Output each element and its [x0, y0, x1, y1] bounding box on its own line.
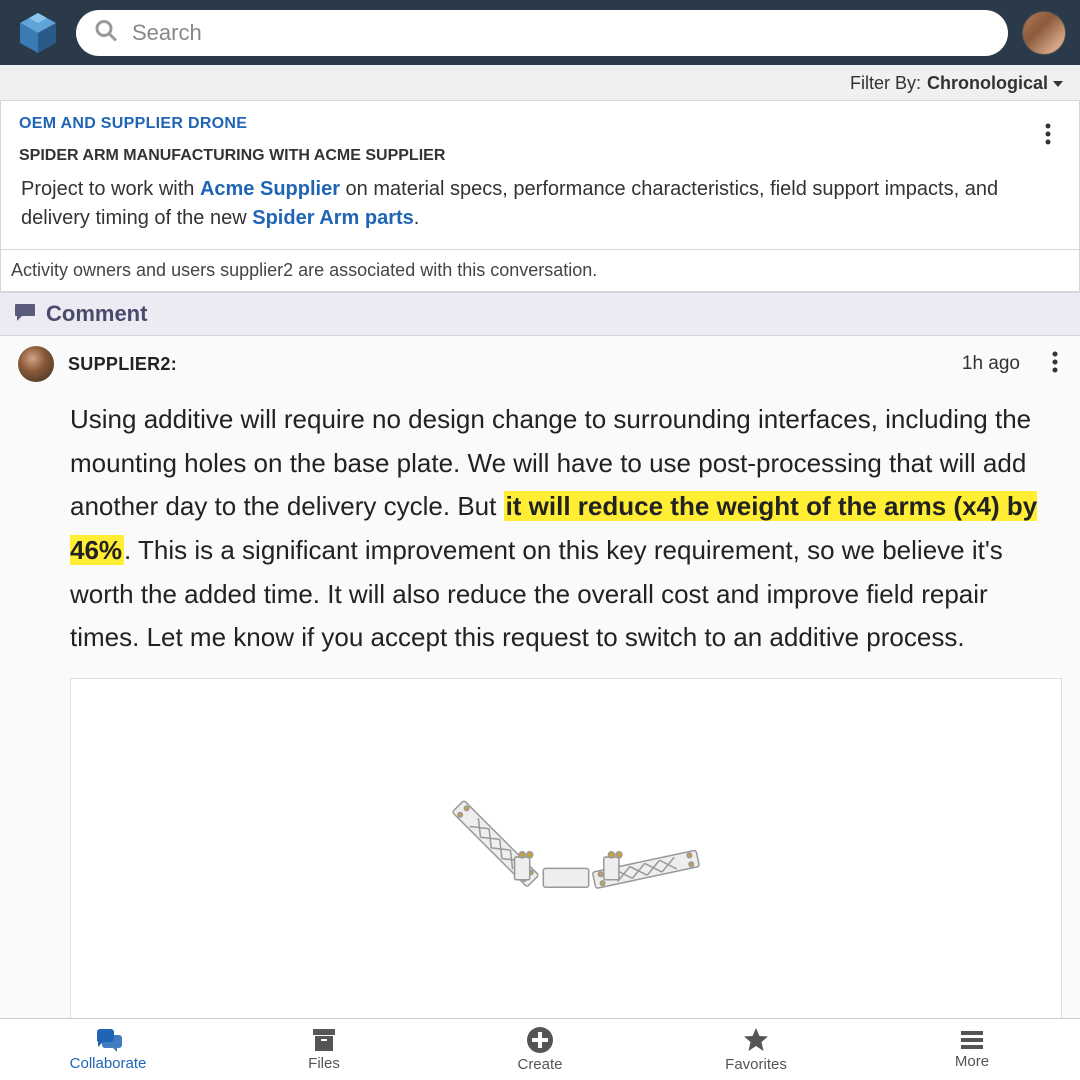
filter-label: Filter By:: [850, 73, 921, 94]
cube-icon: [14, 9, 62, 57]
archive-icon: [311, 1027, 337, 1053]
thread-title: SPIDER ARM MANUFACTURING WITH ACME SUPPL…: [19, 147, 1061, 165]
link-spider-arm[interactable]: Spider Arm parts: [252, 207, 414, 229]
desc-text: Project to work with: [21, 178, 200, 200]
plus-circle-icon: [526, 1026, 554, 1054]
nav-favorites[interactable]: Favorites: [648, 1019, 864, 1080]
post-text: . This is a significant improvement on t…: [70, 535, 1003, 652]
filter-dropdown[interactable]: Chronological: [927, 73, 1064, 94]
nav-label: Files: [308, 1055, 340, 1072]
filter-row: Filter By: Chronological: [0, 65, 1080, 100]
post-menu-button[interactable]: [1052, 351, 1058, 378]
poster-name: SUPPLIER2:: [68, 354, 177, 375]
nav-label: More: [955, 1053, 989, 1070]
chat-icon: [93, 1027, 123, 1053]
menu-icon: [959, 1029, 985, 1051]
bottom-nav: Collaborate Files Create Favorites More: [0, 1018, 1080, 1080]
filter-value-text: Chronological: [927, 73, 1048, 93]
search-icon: [94, 18, 118, 47]
content-area: Filter By: Chronological OEM AND SUPPLIE…: [0, 65, 1080, 1018]
poster-avatar[interactable]: [18, 346, 54, 382]
caret-down-icon: [1052, 73, 1064, 94]
top-bar: [0, 0, 1080, 65]
post-body: Using additive will require no design ch…: [18, 390, 1062, 678]
search-input[interactable]: [76, 10, 1008, 56]
post-attachment[interactable]: [70, 678, 1062, 1018]
breadcrumb[interactable]: OEM AND SUPPLIER DRONE: [19, 115, 1061, 133]
thread-description: Project to work with Acme Supplier on ma…: [19, 175, 1061, 233]
nav-label: Favorites: [725, 1056, 787, 1073]
nav-create[interactable]: Create: [432, 1019, 648, 1080]
comment-icon: [14, 302, 36, 327]
comment-action[interactable]: Comment: [0, 292, 1080, 336]
nav-more[interactable]: More: [864, 1019, 1080, 1080]
comment-label: Comment: [46, 301, 147, 327]
desc-text: .: [414, 207, 420, 229]
app-logo[interactable]: [14, 9, 62, 57]
thread-card: OEM AND SUPPLIER DRONE SPIDER ARM MANUFA…: [0, 100, 1080, 292]
post-header: SUPPLIER2: 1h ago: [18, 346, 1062, 390]
post-time: 1h ago: [962, 353, 1020, 375]
star-icon: [742, 1026, 770, 1054]
nav-collaborate[interactable]: Collaborate: [0, 1019, 216, 1080]
nav-label: Create: [517, 1056, 562, 1073]
user-avatar[interactable]: [1022, 11, 1066, 55]
nav-files[interactable]: Files: [216, 1019, 432, 1080]
post: SUPPLIER2: 1h ago Using additive will re…: [0, 336, 1080, 1018]
search-wrap: [76, 10, 1008, 56]
association-row: Activity owners and users supplier2 are …: [1, 249, 1079, 291]
attachment-image: [269, 755, 863, 982]
thread-header: OEM AND SUPPLIER DRONE SPIDER ARM MANUFA…: [1, 101, 1079, 249]
link-acme-supplier[interactable]: Acme Supplier: [200, 178, 340, 200]
thread-menu-button[interactable]: [1045, 123, 1051, 150]
nav-label: Collaborate: [70, 1055, 147, 1072]
